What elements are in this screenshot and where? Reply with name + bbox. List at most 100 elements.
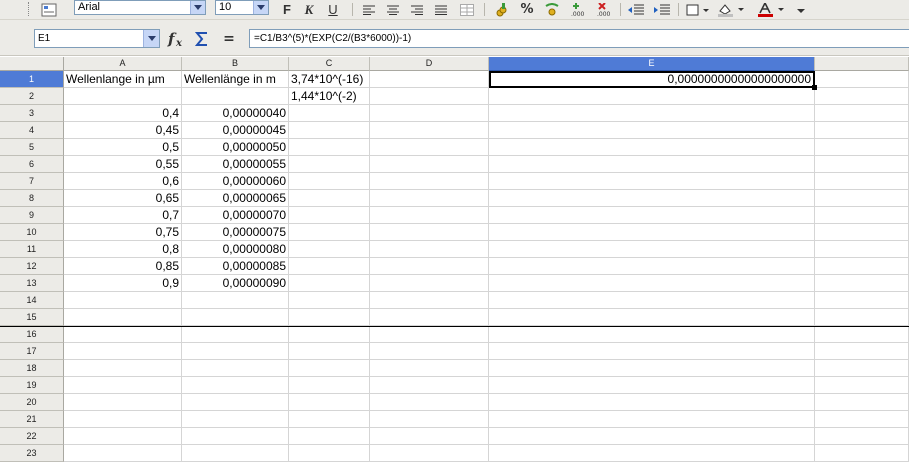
cell-b4[interactable]: 0,00000045 [182, 122, 289, 139]
cell-e5[interactable] [489, 139, 815, 156]
cell-overflow[interactable] [815, 309, 909, 326]
row-header[interactable]: 15 [0, 309, 64, 326]
cell-a17[interactable] [64, 343, 182, 360]
cell-b18[interactable] [182, 360, 289, 377]
cell-d17[interactable] [370, 343, 489, 360]
row-header[interactable]: 10 [0, 224, 64, 241]
cell-b5[interactable]: 0,00000050 [182, 139, 289, 156]
row-header[interactable]: 14 [0, 292, 64, 309]
row-header[interactable]: 18 [0, 360, 64, 377]
cell-overflow[interactable] [815, 326, 909, 343]
cell-a19[interactable] [64, 377, 182, 394]
underline-button[interactable]: U [324, 1, 342, 18]
cell-overflow[interactable] [815, 139, 909, 156]
cell-overflow[interactable] [815, 275, 909, 292]
cell-b15[interactable] [182, 309, 289, 326]
cell-d2[interactable] [370, 88, 489, 105]
cell-a18[interactable] [64, 360, 182, 377]
function-button[interactable]: = [218, 29, 240, 48]
cell-a13[interactable]: 0,9 [64, 275, 182, 292]
cell-d10[interactable] [370, 224, 489, 241]
cell-e4[interactable] [489, 122, 815, 139]
cell-a9[interactable]: 0,7 [64, 207, 182, 224]
cell-overflow[interactable] [815, 445, 909, 462]
column-header-b[interactable]: B [182, 57, 289, 71]
cell-d22[interactable] [370, 428, 489, 445]
cell-a12[interactable]: 0,85 [64, 258, 182, 275]
cell-overflow[interactable] [815, 394, 909, 411]
cell-a8[interactable]: 0,65 [64, 190, 182, 207]
cell-c21[interactable] [289, 411, 370, 428]
cell-e7[interactable] [489, 173, 815, 190]
cell-c10[interactable] [289, 224, 370, 241]
cell-d23[interactable] [370, 445, 489, 462]
cell-e1[interactable]: 0,00000000000000000000 [489, 71, 815, 88]
cell-c2[interactable]: 1,44*10^(-2) [289, 88, 370, 105]
cell-a23[interactable] [64, 445, 182, 462]
decrease-indent-button[interactable] [626, 1, 646, 18]
cell-b1[interactable]: Wellenlänge in m [182, 71, 289, 88]
cell-c8[interactable] [289, 190, 370, 207]
cell-e21[interactable] [489, 411, 815, 428]
cell-c11[interactable] [289, 241, 370, 258]
row-header[interactable]: 19 [0, 377, 64, 394]
cell-b16[interactable] [182, 326, 289, 343]
cell-b14[interactable] [182, 292, 289, 309]
merge-cells-button[interactable] [458, 1, 476, 18]
cell-a5[interactable]: 0,5 [64, 139, 182, 156]
cell-a4[interactable]: 0,45 [64, 122, 182, 139]
row-header[interactable]: 2 [0, 88, 64, 105]
chevron-down-icon[interactable] [253, 1, 268, 14]
cell-c7[interactable] [289, 173, 370, 190]
cell-d16[interactable] [370, 326, 489, 343]
cell-d5[interactable] [370, 139, 489, 156]
cell-c4[interactable] [289, 122, 370, 139]
toolbar-handle[interactable] [28, 2, 30, 16]
select-all-corner[interactable] [0, 57, 64, 71]
cell-c12[interactable] [289, 258, 370, 275]
cell-e17[interactable] [489, 343, 815, 360]
cell-d11[interactable] [370, 241, 489, 258]
row-header[interactable]: 4 [0, 122, 64, 139]
cell-e15[interactable] [489, 309, 815, 326]
cell-a22[interactable] [64, 428, 182, 445]
name-box[interactable]: E1 [34, 29, 160, 48]
cell-b11[interactable]: 0,00000080 [182, 241, 289, 258]
cell-c20[interactable] [289, 394, 370, 411]
cell-e16[interactable] [489, 326, 815, 343]
cell-b17[interactable] [182, 343, 289, 360]
cell-e22[interactable] [489, 428, 815, 445]
cell-c23[interactable] [289, 445, 370, 462]
row-header[interactable]: 1 [0, 71, 64, 88]
cell-a1[interactable]: Wellenlange in µm [64, 71, 182, 88]
cell-d14[interactable] [370, 292, 489, 309]
fill-handle[interactable] [812, 85, 817, 90]
cell-overflow[interactable] [815, 105, 909, 122]
cell-b2[interactable] [182, 88, 289, 105]
row-header[interactable]: 3 [0, 105, 64, 122]
cell-a3[interactable]: 0,4 [64, 105, 182, 122]
column-header-d[interactable]: D [370, 57, 489, 71]
cell-d12[interactable] [370, 258, 489, 275]
cell-overflow[interactable] [815, 156, 909, 173]
add-decimal-button[interactable]: .000 [568, 1, 590, 18]
cell-b9[interactable]: 0,00000070 [182, 207, 289, 224]
cell-b7[interactable]: 0,00000060 [182, 173, 289, 190]
cell-overflow[interactable] [815, 207, 909, 224]
cell-overflow[interactable] [815, 343, 909, 360]
font-color-button[interactable] [756, 1, 786, 18]
cell-d13[interactable] [370, 275, 489, 292]
cell-overflow[interactable] [815, 122, 909, 139]
cell-d18[interactable] [370, 360, 489, 377]
font-name-select[interactable]: Arial [74, 0, 206, 15]
cell-d7[interactable] [370, 173, 489, 190]
cell-a7[interactable]: 0,6 [64, 173, 182, 190]
cell-d9[interactable] [370, 207, 489, 224]
cell-e14[interactable] [489, 292, 815, 309]
cell-overflow[interactable] [815, 292, 909, 309]
cell-e13[interactable] [489, 275, 815, 292]
cell-b8[interactable]: 0,00000065 [182, 190, 289, 207]
cell-c5[interactable] [289, 139, 370, 156]
percent-button[interactable]: % [518, 1, 536, 18]
currency-button[interactable] [492, 1, 512, 18]
